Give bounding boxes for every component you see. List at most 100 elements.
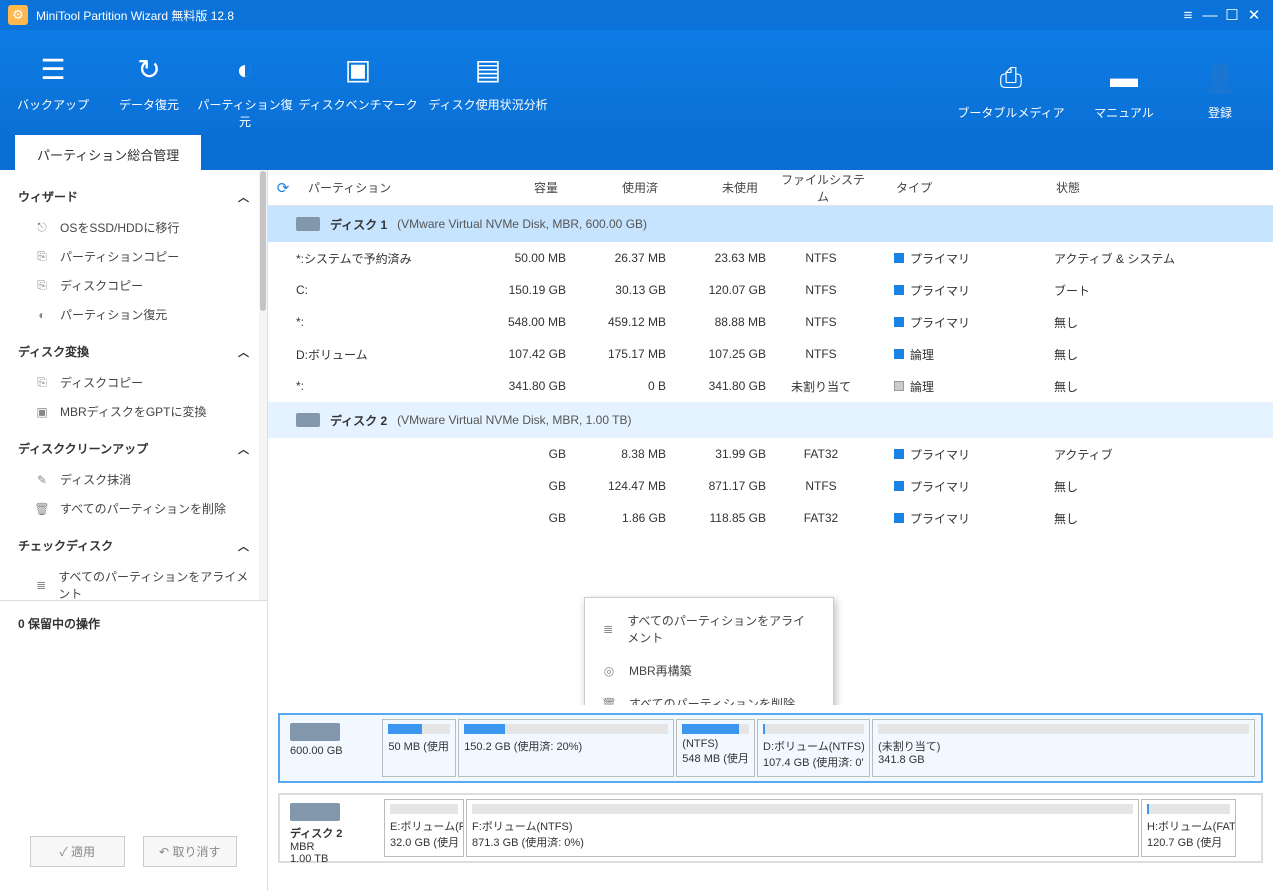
sidebar-group-header[interactable]: ディスククリーンアップ︿: [0, 432, 267, 465]
toolbar-マニュアル[interactable]: ▬マニュアル: [1076, 44, 1172, 121]
ctx-item-icon: ≣: [601, 622, 615, 636]
usage-bar: [464, 724, 668, 734]
ctx-item-MBR再構築[interactable]: ◎MBR再構築: [585, 654, 833, 687]
col-type[interactable]: タイプ: [878, 179, 1038, 196]
disk-viz-partition[interactable]: 50 MB (使用: [382, 719, 456, 777]
cell-partition: D:ボリューム: [296, 346, 466, 363]
toolbar-ディスク使用状況分析[interactable]: ▤ディスク使用状況分析: [423, 36, 553, 130]
tab-partition-mgmt[interactable]: パーティション総合管理: [15, 135, 201, 173]
cell-used: 26.37 MB: [566, 251, 666, 265]
col-partition[interactable]: パーティション: [298, 179, 468, 196]
sidebar-item[interactable]: ≣すべてのパーティションをアライメント: [0, 562, 267, 600]
main-toolbar: ☰バックアップ↻データ復元◐パーティション復元▣ディスクベンチマーク▤ディスク使…: [0, 30, 1273, 135]
disk-viz-partition[interactable]: F:ボリューム(NTFS)871.3 GB (使用済: 0%): [466, 799, 1139, 857]
col-unused[interactable]: 未使用: [668, 179, 768, 196]
toolbar-ブータブルメディア[interactable]: ⎙ブータブルメディア: [946, 44, 1076, 121]
disk-viz-partition[interactable]: H:ボリューム(FAT120.7 GB (使月: [1141, 799, 1236, 857]
partition-row[interactable]: *:548.00 MB459.12 MB88.88 MBNTFSプライマリ無し: [268, 306, 1273, 338]
usage-bar: [390, 804, 458, 814]
ctx-item-label: すべてのパーティションをアライメント: [627, 612, 817, 646]
cell-unused: 871.17 GB: [666, 479, 766, 493]
sidebar-item[interactable]: ⎘パーティションコピー: [0, 242, 267, 271]
disk2-viz[interactable]: ディスク 2MBR1.00 TBE:ボリューム(F32.0 GB (使月F:ボリ…: [278, 793, 1263, 863]
col-status[interactable]: 状態: [1038, 179, 1273, 196]
disk-viz-partition[interactable]: (NTFS)548 MB (使月: [676, 719, 755, 777]
sidebar-item[interactable]: 🗑すべてのパーティションを削除: [0, 494, 267, 523]
cell-status: アクティブ: [1036, 446, 1273, 463]
toolbar-label: パーティション復元: [197, 96, 293, 130]
partition-row[interactable]: GB1.86 GB118.85 GBFAT32プライマリ無し: [268, 502, 1273, 534]
cell-type: 論理: [876, 378, 1036, 395]
sidebar-item[interactable]: ▣MBRディスクをGPTに変換: [0, 397, 267, 426]
sidebar-group-header[interactable]: ウィザード︿: [0, 180, 267, 213]
minimize-button[interactable]: —: [1199, 7, 1221, 24]
viz-label2: 32.0 GB (使月: [390, 834, 458, 850]
toolbar-バックアップ[interactable]: ☰バックアップ: [5, 36, 101, 130]
disk-viz-partition[interactable]: 150.2 GB (使用済: 20%): [458, 719, 674, 777]
disk-header-row[interactable]: ディスク 1 (VMware Virtual NVMe Disk, MBR, 6…: [268, 206, 1273, 242]
chevron-up-icon: ︿: [238, 538, 249, 554]
sidebar-item-label: すべてのパーティションを削除: [60, 500, 226, 517]
type-indicator-icon: [894, 317, 904, 327]
undo-button[interactable]: ↶ 取り消す: [143, 836, 238, 867]
sidebar-item-icon: ≣: [34, 578, 48, 592]
sidebar-scrollbar[interactable]: [259, 170, 267, 600]
sidebar-item-icon: ⎋: [34, 220, 50, 235]
maximize-button[interactable]: ☐: [1221, 6, 1243, 24]
toolbar-パーティション復元[interactable]: ◐パーティション復元: [197, 36, 293, 130]
partition-row[interactable]: GB8.38 MB31.99 GBFAT32プライマリアクティブ: [268, 438, 1273, 470]
partition-table: ⟳ パーティション 容量 使用済 未使用 ファイルシステム タイプ 状態 ディス…: [268, 170, 1273, 705]
viz-label2: 871.3 GB (使用済: 0%): [472, 834, 1133, 850]
sidebar-item[interactable]: ⎘ディスクコピー: [0, 368, 267, 397]
sidebar: ウィザード︿⎋OSをSSD/HDDに移行⎘パーティションコピー⎘ディスクコピー◐…: [0, 170, 268, 891]
usage-bar: [388, 724, 450, 734]
cell-partition: *:: [296, 379, 466, 393]
cell-unused: 120.07 GB: [666, 283, 766, 297]
disk-viz-partition[interactable]: D:ボリューム(NTFS)107.4 GB (使用済: 0': [757, 719, 870, 777]
cell-capacity: 548.00 MB: [466, 315, 566, 329]
disk-viz-partition[interactable]: E:ボリューム(F32.0 GB (使月: [384, 799, 464, 857]
usage-bar: [763, 724, 864, 734]
menu-icon[interactable]: ≡: [1177, 7, 1199, 24]
cell-used: 8.38 MB: [566, 447, 666, 461]
col-filesystem[interactable]: ファイルシステム: [768, 171, 878, 205]
refresh-icon[interactable]: ⟳: [268, 179, 298, 197]
disk-info: (VMware Virtual NVMe Disk, MBR, 1.00 TB): [397, 413, 631, 427]
ctx-item-すべてのパーティションを削除[interactable]: 🗑すべてのパーティションを削除: [585, 687, 833, 705]
content-area: ⟳ パーティション 容量 使用済 未使用 ファイルシステム タイプ 状態 ディス…: [268, 170, 1273, 891]
type-indicator-icon: [894, 253, 904, 263]
usage-bar: [682, 724, 749, 734]
toolbar-データ復元[interactable]: ↻データ復元: [101, 36, 197, 130]
partition-row[interactable]: D:ボリューム107.42 GB175.17 MB107.25 GBNTFS論理…: [268, 338, 1273, 370]
sidebar-item[interactable]: ◐パーティション復元: [0, 300, 267, 329]
toolbar-ディスクベンチマーク[interactable]: ▣ディスクベンチマーク: [293, 36, 423, 130]
sidebar-item-label: ディスク抹消: [60, 471, 131, 488]
sidebar-item[interactable]: ⎘ディスクコピー: [0, 271, 267, 300]
partition-row[interactable]: C:150.19 GB30.13 GB120.07 GBNTFSプライマリブート: [268, 274, 1273, 306]
sidebar-item[interactable]: ⎋OSをSSD/HDDに移行: [0, 213, 267, 242]
sidebar-item[interactable]: ✎ ディスク抹消: [0, 465, 267, 494]
col-capacity[interactable]: 容量: [468, 179, 568, 196]
partition-row[interactable]: *:システムで予約済み50.00 MB26.37 MB23.63 MBNTFSプ…: [268, 242, 1273, 274]
partition-row[interactable]: *:341.80 GB0 B341.80 GB未割り当て論理無し: [268, 370, 1273, 402]
type-indicator-icon: [894, 449, 904, 459]
context-menu: ≣ すべてのパーティションをアライメント ◎MBR再構築🗑すべてのパーティションを削…: [584, 597, 834, 705]
disk1-viz[interactable]: 600.00 GB50 MB (使用150.2 GB (使用済: 20%)(NT…: [278, 713, 1263, 783]
cell-used: 0 B: [566, 379, 666, 393]
partition-row[interactable]: GB124.47 MB871.17 GBNTFSプライマリ無し: [268, 470, 1273, 502]
sidebar-group-header[interactable]: チェックディスク︿: [0, 529, 267, 562]
sidebar-group-header[interactable]: ディスク変換︿: [0, 335, 267, 368]
ctx-item-すべてのパーティションをアライメント[interactable]: ≣ すべてのパーティションをアライメント: [585, 604, 833, 654]
disk-header-row[interactable]: ディスク 2 (VMware Virtual NVMe Disk, MBR, 1…: [268, 402, 1273, 438]
disk-viz-partition[interactable]: (未割り当て)341.8 GB: [872, 719, 1255, 777]
toolbar-登録[interactable]: 👤登録: [1172, 44, 1268, 121]
apply-button[interactable]: ✓ 適用: [30, 836, 125, 867]
cell-capacity: 341.80 GB: [466, 379, 566, 393]
viz-label1: F:ボリューム(NTFS): [472, 818, 1133, 834]
cell-capacity: GB: [466, 511, 566, 525]
sidebar-item-icon: ✎: [34, 473, 50, 487]
sidebar-item-icon: ▣: [34, 405, 50, 419]
cell-fs: 未割り当て: [766, 378, 876, 395]
close-button[interactable]: ✕: [1243, 6, 1265, 24]
col-used[interactable]: 使用済: [568, 179, 668, 196]
